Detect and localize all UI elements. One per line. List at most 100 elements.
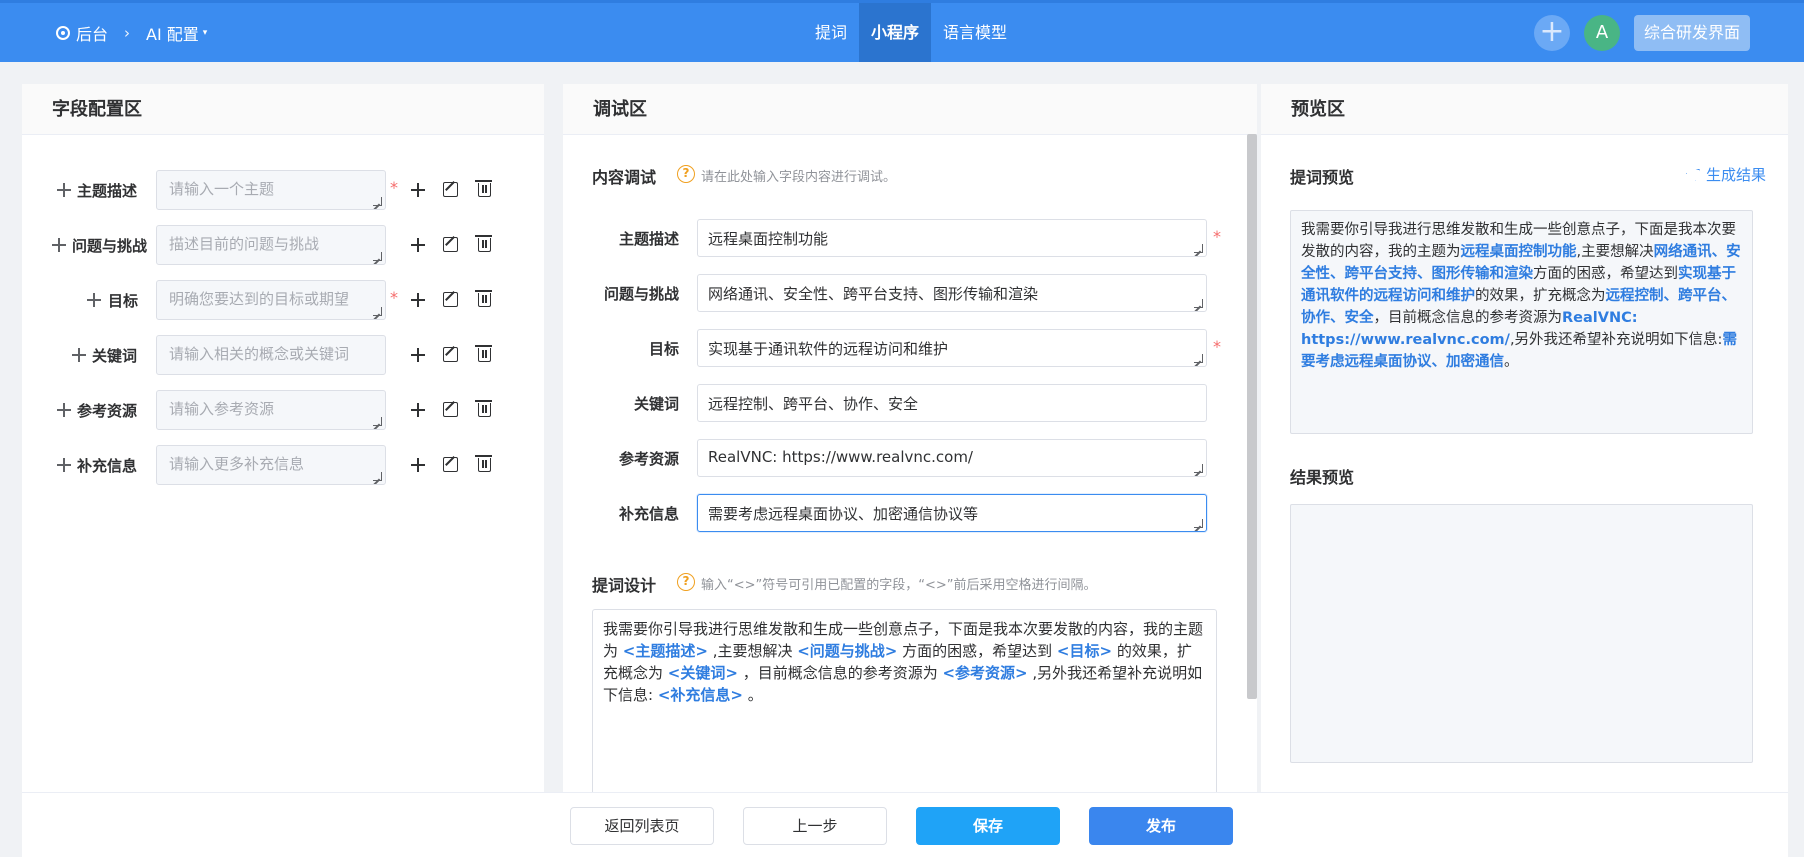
add-icon[interactable] bbox=[411, 238, 425, 252]
field-label: 补充信息 bbox=[77, 457, 138, 475]
trash-icon[interactable] bbox=[475, 400, 492, 417]
drag-handle-icon[interactable] bbox=[87, 293, 101, 307]
resize-handle-icon[interactable] bbox=[373, 197, 382, 206]
add-icon[interactable] bbox=[411, 293, 425, 307]
tab-language-model[interactable]: 语言模型 bbox=[931, 3, 1019, 62]
field-row-problem: 问题与挑战 描述目前的问题与挑战 bbox=[22, 225, 544, 265]
required-mark: * bbox=[390, 288, 398, 307]
avatar[interactable]: A bbox=[1583, 14, 1620, 51]
prompt-text: ，目前概念信息的参考资源为 bbox=[737, 664, 943, 682]
debug-label: 主题描述 bbox=[618, 230, 679, 248]
field-placeholder-input[interactable]: 请输入更多补充信息 bbox=[156, 445, 386, 485]
debug-label: 参考资源 bbox=[618, 450, 679, 468]
debug-input-extra-info[interactable]: 需要考虑远程桌面协议、加密通信协议等 bbox=[697, 494, 1207, 532]
resize-handle-icon[interactable] bbox=[1194, 299, 1203, 308]
preview-title: 预览区 bbox=[1261, 84, 1788, 135]
edit-icon[interactable] bbox=[443, 347, 458, 362]
preview-text: ,主要想解决 bbox=[1576, 244, 1654, 260]
field-token: <关键词> bbox=[667, 664, 738, 682]
field-label: 参考资源 bbox=[77, 402, 138, 420]
footer-bar: 返回列表页 上一步 保存 发布 bbox=[22, 792, 1788, 857]
field-row-goal: 目标 明确您要达到的目标或期望 * bbox=[22, 280, 544, 320]
debug-title: 调试区 bbox=[563, 84, 1257, 135]
debug-input-topic[interactable]: 远程桌面控制功能 bbox=[697, 219, 1207, 257]
resize-handle-icon[interactable] bbox=[373, 417, 382, 426]
env-switch-button[interactable]: 综合研发界面 bbox=[1633, 14, 1750, 51]
field-token: <目标> bbox=[1056, 642, 1113, 660]
debug-input-references[interactable]: RealVNC: https://www.realvnc.com/ bbox=[697, 439, 1207, 477]
edit-icon[interactable] bbox=[443, 237, 458, 252]
breadcrumb-current[interactable]: AI 配置 bbox=[146, 21, 199, 45]
publish-button[interactable]: 发布 bbox=[1089, 807, 1233, 845]
result-preview-box bbox=[1290, 504, 1753, 763]
add-icon[interactable] bbox=[411, 403, 425, 417]
edit-icon[interactable] bbox=[443, 292, 458, 307]
generate-result-link[interactable]: 生成结果 bbox=[1685, 164, 1766, 185]
resize-handle-icon[interactable] bbox=[1194, 354, 1203, 363]
content-debug-hint: 请在此处输入字段内容进行调试。 bbox=[701, 170, 897, 185]
preview-text: 方面的困惑，希望达到 bbox=[1533, 266, 1678, 282]
trash-icon[interactable] bbox=[475, 455, 492, 472]
main-nav-tabs: 提词 小程序 语言模型 bbox=[803, 3, 1019, 62]
field-placeholder-input[interactable]: 请输入相关的概念或关键词 bbox=[156, 335, 386, 375]
preview-highlight: 远程桌面控制功能 bbox=[1460, 244, 1577, 260]
previous-step-button[interactable]: 上一步 bbox=[743, 807, 887, 845]
back-to-list-button[interactable]: 返回列表页 bbox=[570, 807, 714, 845]
preview-text: ,另外我还希望补充说明如下信息: bbox=[1509, 332, 1723, 348]
save-button[interactable]: 保存 bbox=[916, 807, 1060, 845]
field-token: <参考资源> bbox=[942, 664, 1028, 682]
field-placeholder-input[interactable]: 描述目前的问题与挑战 bbox=[156, 225, 386, 265]
breadcrumb: 后台 › AI 配置 ▾ bbox=[56, 3, 207, 62]
prompt-preview-title: 提词预览 bbox=[1290, 168, 1355, 187]
field-row-references: 参考资源 请输入参考资源 bbox=[22, 390, 544, 430]
debug-input-goal[interactable]: 实现基于通讯软件的远程访问和维护 bbox=[697, 329, 1207, 367]
caret-down-icon[interactable]: ▾ bbox=[203, 28, 208, 38]
debug-panel: 调试区 内容调试 ? 请在此处输入字段内容进行调试。 主题描述 远程桌面控制功能… bbox=[563, 84, 1257, 857]
edit-icon[interactable] bbox=[443, 457, 458, 472]
breadcrumb-home[interactable]: 后台 bbox=[76, 21, 108, 45]
debug-label: 关键词 bbox=[633, 395, 679, 413]
drag-handle-icon[interactable] bbox=[57, 458, 71, 472]
resize-handle-icon[interactable] bbox=[1194, 464, 1203, 473]
field-placeholder-input[interactable]: 请输入参考资源 bbox=[156, 390, 386, 430]
resize-handle-icon[interactable] bbox=[373, 307, 382, 316]
field-config-panel: 字段配置区 主题描述 请输入一个主题 * 问题与挑战 描述目前的问题与挑战 目标… bbox=[22, 84, 544, 857]
debug-scrollbar[interactable] bbox=[1247, 134, 1257, 699]
add-icon[interactable] bbox=[411, 183, 425, 197]
gear-icon bbox=[56, 25, 70, 40]
resize-handle-icon[interactable] bbox=[1194, 244, 1203, 253]
add-icon[interactable] bbox=[411, 348, 425, 362]
add-circle-icon[interactable]: + bbox=[1533, 14, 1570, 51]
result-preview-title: 结果预览 bbox=[1290, 468, 1355, 487]
tab-prompt[interactable]: 提词 bbox=[803, 3, 859, 62]
preview-text: ，目前概念信息的参考资源为 bbox=[1373, 310, 1563, 326]
drag-handle-icon[interactable] bbox=[57, 403, 71, 417]
add-icon[interactable] bbox=[411, 458, 425, 472]
trash-icon[interactable] bbox=[475, 235, 492, 252]
resize-handle-icon[interactable] bbox=[373, 472, 382, 481]
top-right-actions: + A 综合研发界面 bbox=[1533, 3, 1750, 62]
edit-icon[interactable] bbox=[443, 182, 458, 197]
trash-icon[interactable] bbox=[475, 345, 492, 362]
field-config-title: 字段配置区 bbox=[22, 84, 544, 135]
drag-handle-icon[interactable] bbox=[57, 183, 71, 197]
trash-icon[interactable] bbox=[475, 290, 492, 307]
chevron-right-icon: › bbox=[124, 23, 131, 42]
field-label: 主题描述 bbox=[77, 182, 138, 200]
resize-handle-icon[interactable] bbox=[1194, 519, 1203, 528]
preview-text: 。 bbox=[1504, 354, 1519, 370]
debug-input-problem[interactable]: 网络通讯、安全性、跨平台支持、图形传输和渲染 bbox=[697, 274, 1207, 312]
field-placeholder-input[interactable]: 明确您要达到的目标或期望 bbox=[156, 280, 386, 320]
prompt-preview-box: 我需要你引导我进行思维发散和生成一些创意点子，下面是我本次要发散的内容，我的主题… bbox=[1290, 210, 1753, 434]
trash-icon[interactable] bbox=[475, 180, 492, 197]
field-label: 问题与挑战 bbox=[72, 237, 148, 255]
debug-input-keywords[interactable]: 远程控制、跨平台、协作、安全 bbox=[697, 384, 1207, 422]
tab-miniprogram[interactable]: 小程序 bbox=[859, 3, 932, 62]
drag-handle-icon[interactable] bbox=[52, 238, 66, 252]
resize-handle-icon[interactable] bbox=[373, 252, 382, 261]
drag-handle-icon[interactable] bbox=[72, 348, 86, 362]
required-mark: * bbox=[390, 178, 398, 197]
content-debug-title: 内容调试 bbox=[592, 168, 657, 187]
field-placeholder-input[interactable]: 请输入一个主题 bbox=[156, 170, 386, 210]
edit-icon[interactable] bbox=[443, 402, 458, 417]
